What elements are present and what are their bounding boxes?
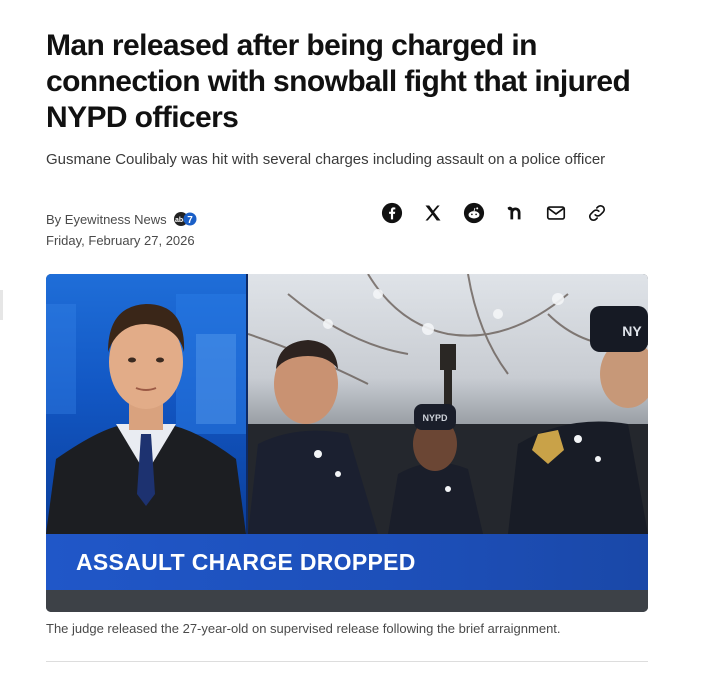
ny-cap-text: NY — [622, 323, 642, 339]
article-headline: Man released after being charged in conn… — [46, 29, 631, 134]
email-icon[interactable] — [544, 201, 568, 225]
svg-text:7: 7 — [187, 215, 193, 226]
banner-headline: ASSAULT CHARGE DROPPED — [76, 548, 416, 575]
news-video-player[interactable]: NYPD NY ASSAULT CHARGE DROPPED — [46, 274, 648, 612]
nypd-cap-text: NYPD — [422, 413, 448, 423]
nypd-officers-image: NYPD NY — [248, 274, 648, 534]
news-anchor-image — [46, 274, 246, 534]
nextdoor-icon[interactable] — [503, 201, 527, 225]
share-bar — [380, 201, 609, 225]
publish-date: Friday, February 27, 2026 — [46, 233, 195, 248]
image-caption: The judge released the 27-year-old on su… — [46, 621, 561, 636]
link-icon[interactable] — [585, 201, 609, 225]
section-divider — [46, 661, 648, 662]
lower-third-banner: ASSAULT CHARGE DROPPED — [46, 534, 648, 590]
article-subheadline: Gusmane Coulibaly was hit with several c… — [46, 151, 606, 168]
left-edge-marker — [0, 290, 3, 320]
video-control-strip — [46, 590, 648, 612]
reddit-icon[interactable] — [462, 201, 486, 225]
byline-text[interactable]: By Eyewitness News — [46, 212, 167, 227]
x-icon[interactable] — [421, 201, 445, 225]
facebook-icon[interactable] — [380, 201, 404, 225]
byline: By Eyewitness News abc 7 — [46, 211, 197, 227]
abc7-logo-icon: abc 7 — [173, 211, 197, 227]
